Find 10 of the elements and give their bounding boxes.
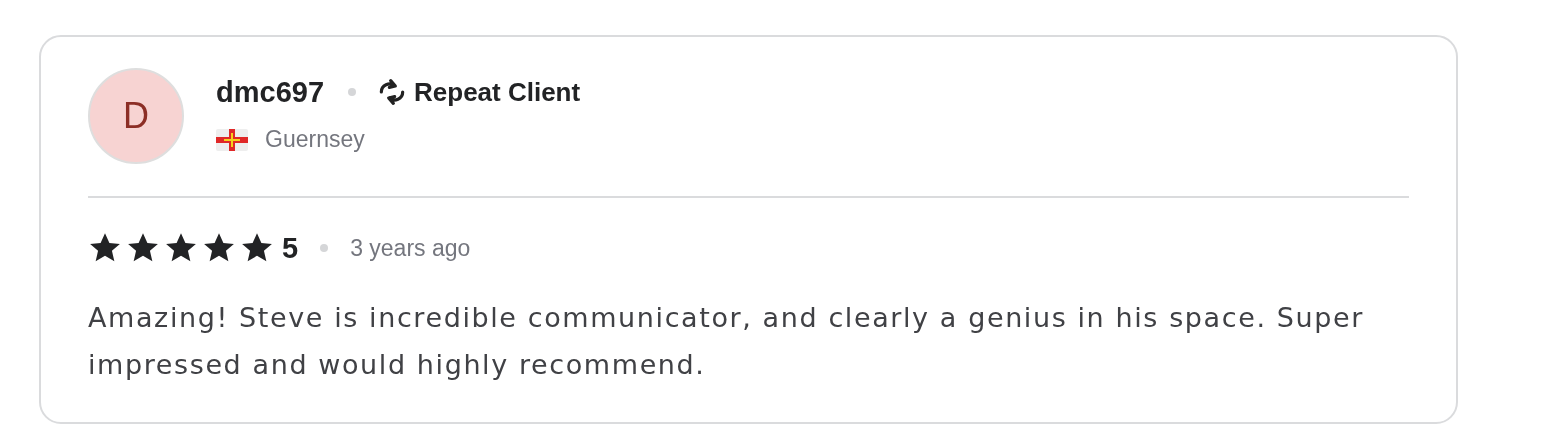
separator-dot [320, 244, 329, 252]
review-time: 3 years ago [350, 234, 471, 262]
country-name: Guernsey [265, 126, 365, 153]
rating-value: 5 [282, 231, 299, 265]
separator-dot [348, 88, 356, 96]
review-text: Amazing! Steve is incredible communicator, and clearly a genius in his space. Super impressed and would highly recommend. [88, 301, 1365, 382]
flag-icon [216, 128, 248, 151]
username: dmc697 [216, 75, 324, 109]
avatar: D [88, 68, 184, 164]
repeat-client-label: Repeat Client [414, 76, 581, 108]
